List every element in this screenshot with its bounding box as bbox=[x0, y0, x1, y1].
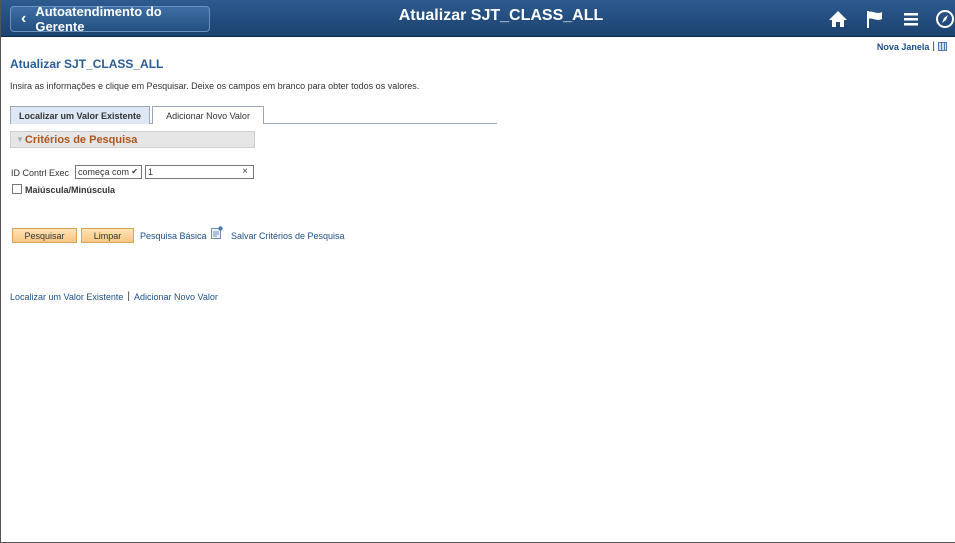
home-icon[interactable] bbox=[827, 8, 849, 30]
search-button[interactable]: Pesquisar bbox=[12, 228, 77, 243]
menu-icon[interactable] bbox=[900, 8, 922, 30]
tab-bar: Localizar um Valor Existente Adicionar N… bbox=[10, 106, 497, 124]
field-label: ID Contrl Exec bbox=[11, 168, 70, 178]
save-criteria-link[interactable]: Salvar Critérios de Pesquisa bbox=[231, 231, 345, 241]
find-existing-link[interactable]: Localizar um Valor Existente bbox=[10, 292, 123, 302]
top-links: Nova Janela | bbox=[877, 41, 947, 52]
chevron-left-icon: ‹ bbox=[21, 10, 27, 27]
search-value-input[interactable]: 1 × bbox=[145, 165, 254, 179]
instructions-text: Insira as informações e clique em Pesqui… bbox=[10, 81, 420, 91]
tab-find-existing[interactable]: Localizar um Valor Existente bbox=[10, 106, 150, 124]
operator-select[interactable]: começa com ✔ bbox=[75, 165, 142, 179]
link-separator: | bbox=[127, 291, 130, 302]
search-criteria-header[interactable]: ▼ Critérios de Pesquisa bbox=[10, 131, 255, 148]
case-sensitive-checkbox[interactable] bbox=[12, 184, 22, 194]
collapse-triangle-icon: ▼ bbox=[16, 135, 24, 144]
link-separator: | bbox=[932, 41, 935, 52]
add-new-link[interactable]: Adicionar Novo Valor bbox=[134, 292, 218, 302]
flag-icon[interactable] bbox=[864, 8, 886, 30]
back-button-label: Autoatendimento do Gerente bbox=[35, 4, 162, 34]
page-title: Atualizar SJT_CLASS_ALL bbox=[10, 57, 164, 71]
new-window-link[interactable]: Nova Janela bbox=[877, 42, 930, 52]
clear-button[interactable]: Limpar bbox=[81, 228, 134, 243]
bottom-links: Localizar um Valor Existente | Adicionar… bbox=[10, 291, 218, 302]
chevron-down-icon: ✔ bbox=[131, 167, 138, 176]
basic-search-link[interactable]: Pesquisa Básica bbox=[140, 231, 207, 241]
back-button[interactable]: ‹ Autoatendimento do Gerente bbox=[10, 4, 210, 34]
search-criteria-label: Critérios de Pesquisa bbox=[24, 133, 138, 146]
clear-input-icon[interactable]: × bbox=[242, 166, 248, 177]
tab-add-new[interactable]: Adicionar Novo Valor bbox=[152, 106, 264, 124]
personalize-grid-icon[interactable] bbox=[938, 42, 947, 51]
case-sensitive-label: Maiúscula/Minúscula bbox=[25, 185, 116, 195]
header-title: Atualizar SJT_CLASS_ALL bbox=[398, 7, 604, 24]
save-criteria-icon[interactable] bbox=[211, 226, 223, 239]
navbar-icon[interactable] bbox=[934, 8, 955, 30]
search-value-text: 1 bbox=[148, 167, 154, 177]
operator-value: começa com bbox=[78, 167, 130, 177]
header-bar: ‹ Autoatendimento do Gerente Atualizar S… bbox=[1, 0, 955, 37]
